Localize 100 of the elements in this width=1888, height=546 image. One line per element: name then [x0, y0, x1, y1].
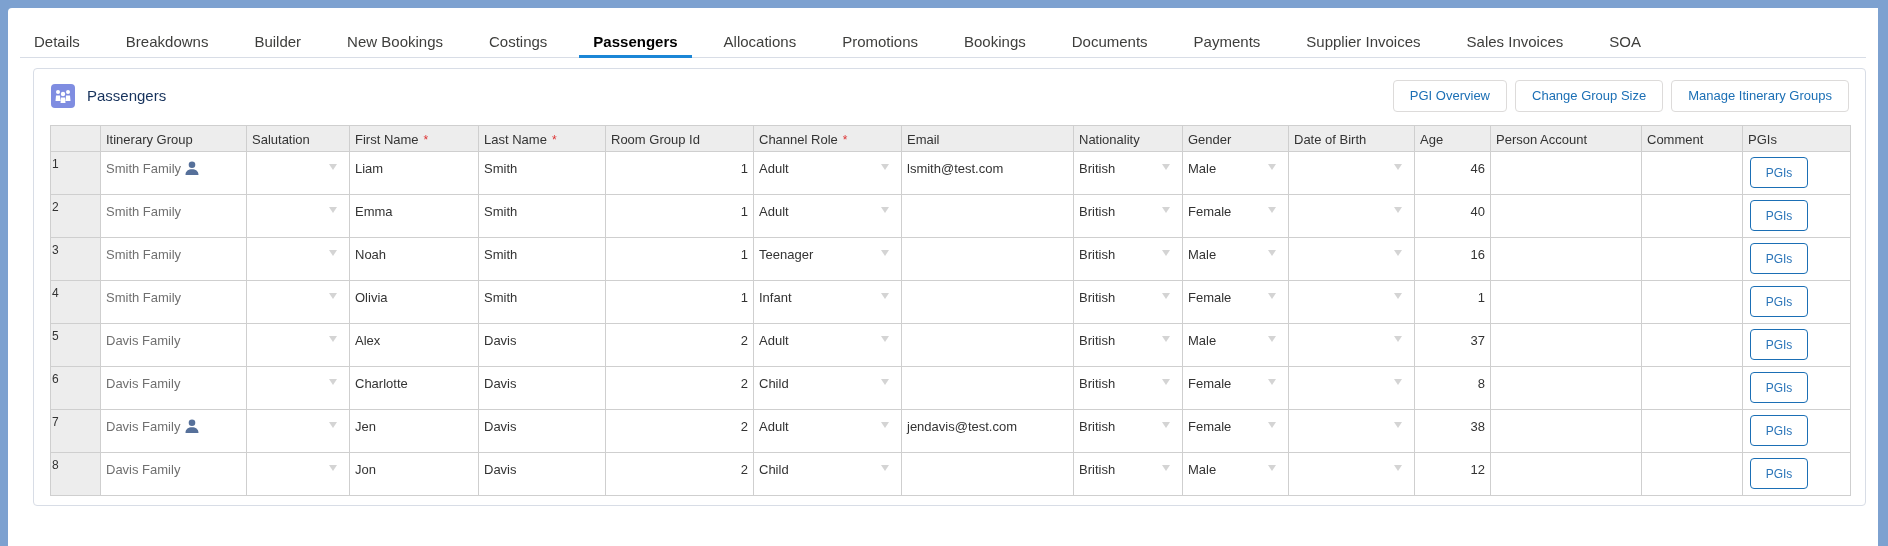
- select-field[interactable]: Female: [1183, 281, 1288, 323]
- action-button[interactable]: Manage Itinerary Groups: [1671, 80, 1849, 112]
- caret-icon: [329, 379, 337, 385]
- table-cell-text: 1: [1477, 289, 1485, 307]
- select-field[interactable]: British: [1074, 281, 1182, 323]
- caret-icon: [329, 207, 337, 213]
- tab[interactable]: Allocations: [709, 28, 811, 58]
- pgis-button[interactable]: PGIs: [1750, 415, 1808, 446]
- select-field[interactable]: British: [1074, 152, 1182, 194]
- select-field[interactable]: British: [1074, 195, 1182, 237]
- pgis-button[interactable]: PGIs: [1750, 329, 1808, 360]
- select-field[interactable]: Male: [1183, 453, 1288, 495]
- table-cell-text: 2: [740, 332, 748, 350]
- select-field[interactable]: British: [1074, 367, 1182, 409]
- table-cell-text: Davis Family: [106, 418, 181, 436]
- caret-icon: [1268, 293, 1276, 299]
- table-cell-text: 1: [740, 289, 748, 307]
- required-mark: *: [842, 132, 848, 147]
- caret-icon: [1394, 164, 1402, 170]
- tab[interactable]: Payments: [1179, 28, 1275, 58]
- tab[interactable]: Supplier Invoices: [1292, 28, 1435, 58]
- select-field[interactable]: Female: [1183, 367, 1288, 409]
- table-cell-text: Noah: [355, 246, 387, 264]
- select-field[interactable]: British: [1074, 324, 1182, 366]
- table-cell-text: Smith Family: [106, 289, 182, 307]
- table-cell-text: 2: [740, 418, 748, 436]
- pgis-button[interactable]: PGIs: [1750, 458, 1808, 489]
- tab[interactable]: Promotions: [828, 28, 932, 58]
- tab[interactable]: Costings: [475, 28, 562, 58]
- caret-icon: [1268, 465, 1276, 471]
- table-cell-text: 16: [1470, 246, 1485, 264]
- select-field[interactable]: Male: [1183, 324, 1288, 366]
- tab[interactable]: Details: [20, 28, 94, 58]
- table-cell-text: lsmith@test.com: [907, 160, 1004, 178]
- table-cell-text: Davis Family: [106, 332, 181, 350]
- caret-icon: [1394, 207, 1402, 213]
- caret-icon: [329, 293, 337, 299]
- table-cell-text: Smith: [484, 289, 518, 307]
- caret-icon: [1162, 250, 1170, 256]
- select-field[interactable]: Teenager: [754, 238, 901, 280]
- table-cell-text: Davis: [484, 418, 517, 436]
- select-field[interactable]: Child: [754, 453, 901, 495]
- select-field[interactable]: Child: [754, 367, 901, 409]
- table-cell-text: Davis Family: [106, 461, 181, 479]
- row-number: 7: [52, 414, 59, 431]
- row-number: 8: [52, 457, 59, 474]
- select-field[interactable]: Adult: [754, 152, 901, 194]
- tab[interactable]: Sales Invoices: [1452, 28, 1578, 58]
- caret-icon: [1162, 207, 1170, 213]
- table-cell-text: 2: [740, 375, 748, 393]
- tab[interactable]: New Bookings: [333, 28, 457, 58]
- table-cell-text: Davis Family: [106, 375, 181, 393]
- column-header: PGIs: [1748, 131, 1777, 147]
- select-field[interactable]: Female: [1183, 410, 1288, 452]
- tab[interactable]: Builder: [240, 28, 316, 58]
- row-number: 6: [52, 371, 59, 388]
- tab[interactable]: Breakdowns: [111, 28, 223, 58]
- pgis-button[interactable]: PGIs: [1750, 372, 1808, 403]
- caret-icon: [1162, 164, 1170, 170]
- tab[interactable]: SOA: [1595, 28, 1655, 58]
- caret-icon: [1162, 336, 1170, 342]
- select-field[interactable]: Adult: [754, 195, 901, 237]
- caret-icon: [881, 336, 889, 342]
- select-field[interactable]: British: [1074, 238, 1182, 280]
- caret-icon: [1268, 422, 1276, 428]
- table-cell-text: Charlotte: [355, 375, 408, 393]
- row-number: 5: [52, 328, 59, 345]
- select-field[interactable]: Adult: [754, 324, 901, 366]
- column-header: Itinerary Group: [106, 131, 193, 147]
- caret-icon: [881, 379, 889, 385]
- caret-icon: [1394, 293, 1402, 299]
- card-title: Passengers: [87, 85, 167, 106]
- column-header: Person Account: [1496, 131, 1588, 147]
- pgis-button[interactable]: PGIs: [1750, 286, 1808, 317]
- select-field[interactable]: Male: [1183, 238, 1288, 280]
- table-cell-text: Smith: [484, 203, 518, 221]
- pgis-button[interactable]: PGIs: [1750, 243, 1808, 274]
- select-field[interactable]: Infant: [754, 281, 901, 323]
- row-number: 3: [52, 242, 59, 259]
- select-field[interactable]: British: [1074, 410, 1182, 452]
- column-header: Age: [1420, 131, 1444, 147]
- select-field[interactable]: Female: [1183, 195, 1288, 237]
- caret-icon: [329, 336, 337, 342]
- person-icon: [185, 161, 199, 175]
- action-button[interactable]: Change Group Size: [1515, 80, 1664, 112]
- select-field[interactable]: Adult: [754, 410, 901, 452]
- pgis-button[interactable]: PGIs: [1750, 157, 1808, 188]
- table-cell-text: 40: [1470, 203, 1485, 221]
- tab[interactable]: Bookings: [950, 28, 1040, 58]
- select-field[interactable]: Male: [1183, 152, 1288, 194]
- tab[interactable]: Documents: [1057, 28, 1162, 58]
- caret-icon: [329, 250, 337, 256]
- table-cell-text: 8: [1477, 375, 1485, 393]
- tab[interactable]: Passengers: [579, 28, 692, 58]
- column-header: Room Group Id: [611, 131, 700, 147]
- action-button[interactable]: PGI Overview: [1392, 80, 1507, 112]
- select-field[interactable]: British: [1074, 453, 1182, 495]
- caret-icon: [881, 422, 889, 428]
- caret-icon: [1394, 379, 1402, 385]
- pgis-button[interactable]: PGIs: [1750, 200, 1808, 231]
